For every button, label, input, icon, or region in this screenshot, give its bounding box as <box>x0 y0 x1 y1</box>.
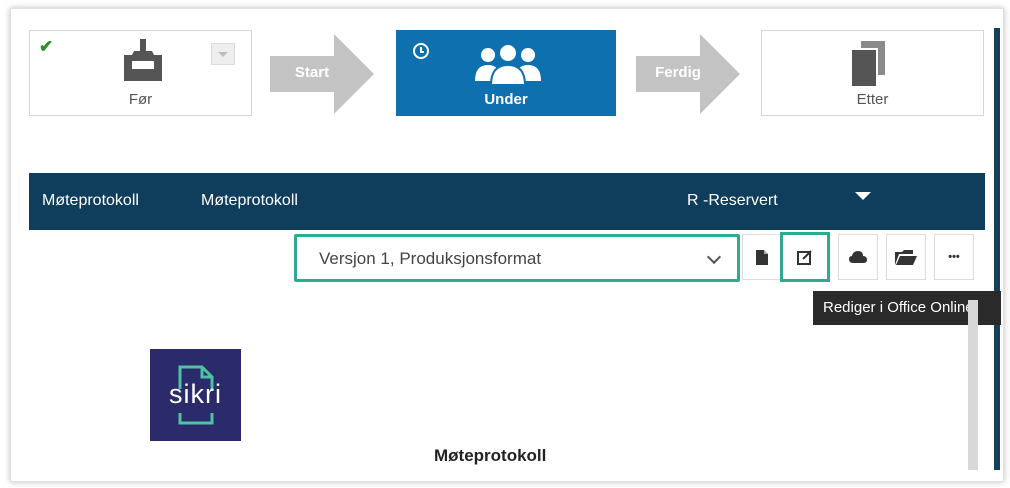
group-icon <box>475 43 541 85</box>
view-document-button[interactable] <box>742 234 782 280</box>
cloud-icon <box>849 251 867 263</box>
step-after-label: Etter <box>856 91 889 108</box>
checkmark-icon: ✔ <box>39 37 54 56</box>
document-heading: Møteprotokoll <box>434 446 547 465</box>
edit-office-online-button[interactable] <box>780 232 830 282</box>
chevron-down-icon <box>706 249 722 265</box>
edit-icon <box>797 250 812 265</box>
more-options-button[interactable]: ••• <box>934 234 974 280</box>
document-type: Møteprotokoll <box>42 192 139 209</box>
file-icon <box>756 249 768 265</box>
arrow-start: Start <box>270 34 374 114</box>
scrollbar[interactable] <box>968 300 978 470</box>
step-during[interactable]: Under <box>396 30 616 116</box>
step-dropdown-button[interactable] <box>211 43 235 65</box>
arrow-finish: Ferdig <box>636 34 740 114</box>
step-after[interactable]: Etter <box>761 30 984 116</box>
cloud-button[interactable] <box>838 234 878 280</box>
logo-text: sikri <box>169 379 222 409</box>
version-select[interactable]: Versjon 1, Produksjonsformat <box>294 234 740 282</box>
inbox-download-icon <box>124 39 162 81</box>
sikri-logo: sikri <box>150 349 241 441</box>
step-during-label: Under <box>484 91 528 108</box>
copy-documents-icon <box>851 41 885 87</box>
open-folder-button[interactable] <box>886 234 926 280</box>
folder-open-icon <box>895 249 917 265</box>
document-title[interactable]: Møteprotokoll <box>201 192 298 210</box>
panel-divider <box>994 28 1000 470</box>
header-dropdown-icon[interactable] <box>855 192 871 200</box>
step-before[interactable]: ✔ Før <box>29 30 252 116</box>
step-before-label: Før <box>128 91 153 108</box>
clock-icon <box>413 43 429 59</box>
version-select-value: Versjon 1, Produksjonsformat <box>319 249 542 268</box>
arrow-start-label: Start <box>294 64 330 81</box>
document-header-bar: Møteprotokoll Møteprotokoll R -Reservert <box>29 173 985 230</box>
more-icon: ••• <box>948 251 960 263</box>
access-code: R -Reservert <box>687 192 778 209</box>
arrow-finish-label: Ferdig <box>655 64 701 81</box>
